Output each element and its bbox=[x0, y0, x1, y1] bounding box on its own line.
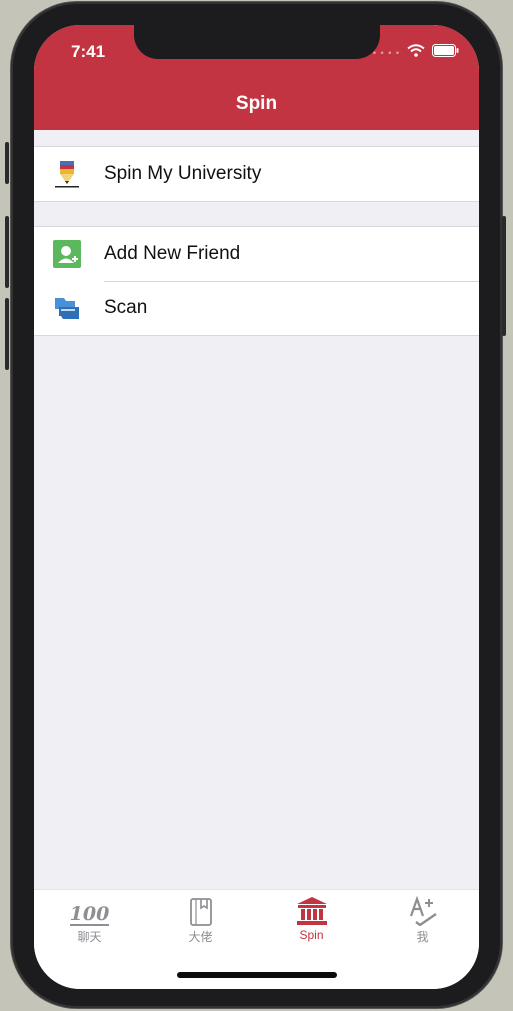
status-time: 7:41 bbox=[71, 42, 106, 61]
list-item-add-new-friend[interactable]: Add New Friend bbox=[34, 227, 479, 281]
section-friends: Add New Friend Scan bbox=[34, 226, 479, 336]
section-spin: Spin My University bbox=[34, 146, 479, 202]
book-icon bbox=[145, 896, 256, 926]
signal-icon: • • • • bbox=[372, 48, 400, 58]
a-plus-icon bbox=[367, 896, 478, 926]
power-button bbox=[502, 216, 506, 336]
hundred-points-icon: 100 bbox=[69, 903, 110, 926]
tab-bigshot[interactable]: 大佬 bbox=[145, 896, 256, 945]
tab-label: 大佬 bbox=[188, 930, 213, 944]
tab-label: 聊天 bbox=[77, 930, 102, 944]
home-indicator[interactable] bbox=[177, 972, 337, 978]
pencil-icon bbox=[52, 159, 82, 189]
add-contact-icon bbox=[52, 239, 82, 269]
screen: 7:41 • • • • Spin Spin My University Add… bbox=[34, 25, 479, 989]
tab-label: Spin bbox=[299, 928, 324, 942]
tab-me[interactable]: 我 bbox=[367, 896, 478, 945]
tab-label: 我 bbox=[416, 930, 429, 944]
list-item-label: Add New Friend bbox=[104, 243, 241, 264]
volume-down-button bbox=[5, 298, 9, 370]
battery-icon bbox=[432, 44, 459, 62]
list-item-label: Spin My University bbox=[104, 163, 262, 184]
bank-building-icon bbox=[256, 896, 367, 926]
wifi-icon bbox=[407, 44, 425, 62]
navigation-bar: Spin bbox=[34, 81, 479, 130]
list-item-scan[interactable]: Scan bbox=[34, 281, 479, 335]
mute-switch bbox=[5, 142, 9, 184]
page-title: Spin bbox=[235, 93, 278, 114]
tab-spin[interactable]: Spin bbox=[256, 896, 367, 942]
scan-icon bbox=[52, 293, 82, 323]
list-item-label: Scan bbox=[104, 297, 148, 318]
status-icons: • • • • bbox=[373, 44, 459, 62]
notch bbox=[134, 25, 380, 59]
tab-chat[interactable]: 100 聊天 bbox=[34, 896, 145, 945]
volume-up-button bbox=[5, 216, 9, 288]
list-item-spin-my-university[interactable]: Spin My University bbox=[34, 147, 479, 201]
